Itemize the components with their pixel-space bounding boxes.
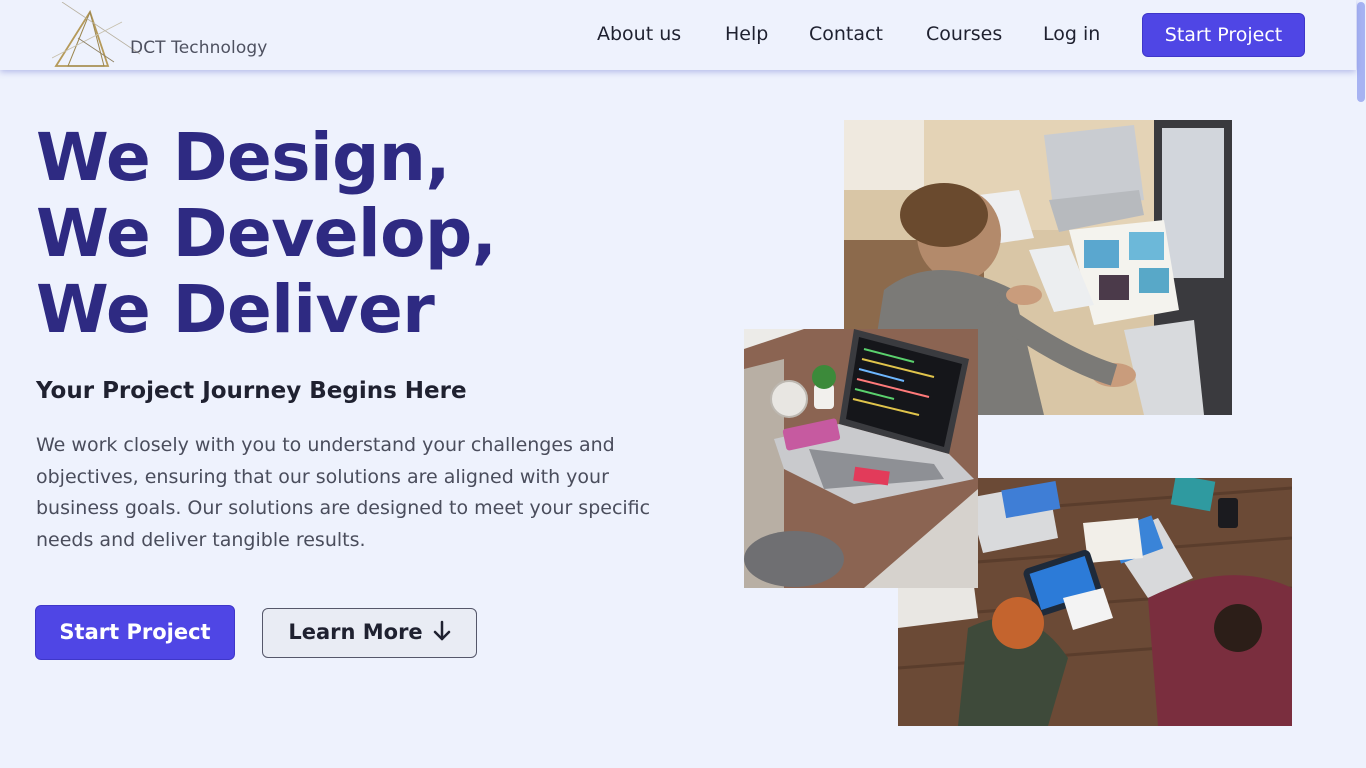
hero-title-line: We Deliver	[36, 271, 435, 348]
nav-link-about-us[interactable]: About us	[597, 23, 681, 45]
nav-link-help[interactable]: Help	[725, 23, 768, 45]
laptop-code-photo	[744, 329, 978, 588]
scrollbar-thumb[interactable]	[1357, 2, 1365, 102]
hero-title: We Design, We Develop, We Deliver	[36, 119, 497, 348]
hero-title-line: We Develop,	[36, 195, 497, 272]
nav-link-courses[interactable]: Courses	[926, 23, 1002, 45]
hero-title-line: We Design,	[36, 119, 450, 196]
nav-link-log-in[interactable]: Log in	[1043, 23, 1100, 45]
nav-start-project-button[interactable]: Start Project	[1142, 13, 1305, 57]
learn-more-button[interactable]: Learn More	[262, 608, 477, 658]
brand[interactable]: DCT Technology	[52, 0, 292, 70]
start-project-button[interactable]: Start Project	[35, 605, 235, 660]
arrow-down-icon	[433, 612, 451, 659]
triangle-logo-icon	[52, 2, 141, 67]
nav-link-contact[interactable]: Contact	[809, 23, 883, 45]
hero-description: We work closely with you to understand y…	[36, 434, 651, 551]
learn-more-label: Learn More	[288, 620, 423, 644]
navbar: DCT Technology About us Help Contact Cou…	[0, 0, 1356, 70]
brand-name: DCT Technology	[130, 38, 268, 58]
scrollbar[interactable]	[1356, 0, 1366, 768]
hero-subheading: Your Project Journey Begins Here	[36, 378, 467, 404]
